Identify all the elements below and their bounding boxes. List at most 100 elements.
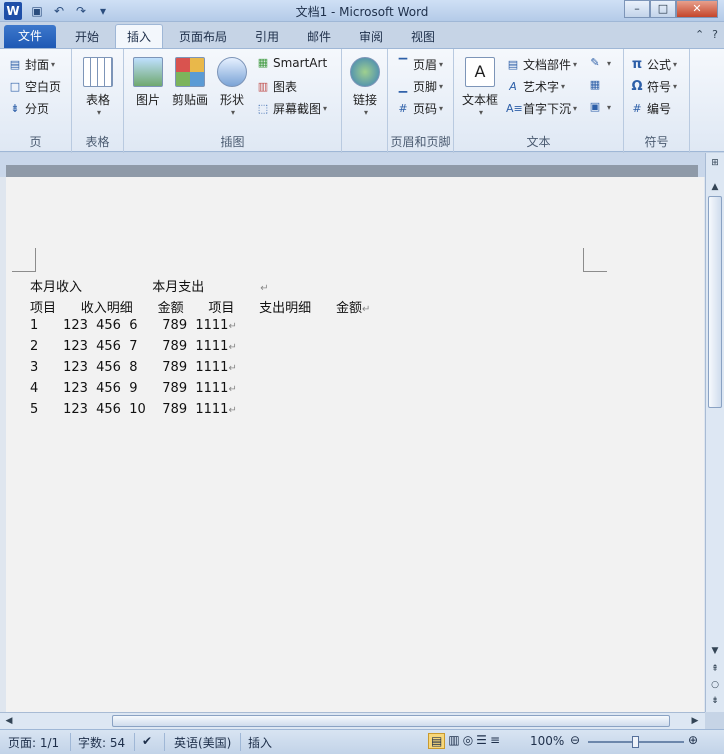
view-buttons: ▤ ▥ ◎ ☰ ≡ (428, 733, 500, 749)
page-number-button[interactable]: # 页码 ▾ (396, 100, 443, 117)
object-button[interactable]: ▣ ▾ (588, 100, 611, 114)
status-zoom-level[interactable]: 100% (530, 734, 564, 748)
margin-corner-top-left (12, 248, 36, 272)
document-line[interactable]: 本月收入 本月支出 ↵ (30, 276, 269, 295)
header-button[interactable]: ▔ 页眉 ▾ (396, 56, 443, 73)
page-number-icon: # (398, 101, 408, 115)
chart-button[interactable]: ▥ 图表 (256, 78, 297, 95)
scroll-up-icon[interactable]: ▲ (707, 179, 723, 195)
picture-button[interactable]: 图片 (130, 57, 166, 108)
full-screen-reading-icon[interactable]: ▥ (448, 733, 459, 749)
shapes-button[interactable]: 形状 ▾ (214, 57, 250, 117)
tab-mailings[interactable]: 邮件 (298, 27, 340, 48)
print-layout-icon[interactable]: ▤ (428, 733, 446, 749)
blank-page-icon: □ (9, 79, 21, 93)
smartart-button[interactable]: ▦ SmartArt (256, 56, 327, 70)
chart-icon: ▥ (257, 79, 269, 93)
previous-page-icon[interactable]: ⇞ (707, 661, 723, 677)
status-insert-mode[interactable]: 插入 (248, 734, 272, 751)
horizontal-scrollbar[interactable]: ◀ ▶ (0, 712, 705, 729)
help-icon[interactable]: ? (712, 28, 718, 41)
status-language[interactable]: 英语(美国) (174, 734, 231, 751)
ruler-toggle-icon[interactable]: ⊞ (707, 155, 723, 171)
number-icon: # (632, 101, 642, 115)
group-text: A 文本框 ▾ ▤ 文档部件 ▾ A 艺术字 ▾ A≡ 首字下沉 ▾ ✎ ▾ ▦ ▣ ▾ 文本 (454, 49, 624, 153)
window-title: 文档1 - Microsoft Word (295, 5, 429, 19)
maximize-icon[interactable]: □ (650, 0, 676, 18)
draft-icon[interactable]: ≡ (490, 733, 500, 749)
horizontal-scroll-thumb[interactable] (112, 715, 670, 727)
zoom-slider[interactable] (588, 736, 684, 748)
date-time-button[interactable]: ▦ (588, 78, 605, 92)
page-break-button[interactable]: ⇟ 分页 (8, 100, 49, 117)
horizontal-ruler[interactable] (6, 165, 698, 177)
group-label-tables: 表格 (85, 135, 110, 149)
ribbon-tabs: 文件 开始 插入 页面布局 引用 邮件 审阅 视图 ⌃ ? (0, 22, 724, 49)
browse-object-icon[interactable]: ○ (707, 677, 723, 693)
group-pages: ▤ 封面 ▾ □ 空白页 ⇟ 分页 页 (0, 49, 72, 153)
dropcap-button[interactable]: A≡ 首字下沉 ▾ (506, 100, 577, 117)
symbol-button[interactable]: Ω 符号 ▾ (630, 78, 677, 95)
document-line[interactable]: 项目 收入明细 金额 项目 支出明细 金额↵ (30, 297, 370, 316)
scroll-right-icon[interactable]: ▶ (688, 713, 702, 729)
tab-file[interactable]: 文件 (4, 25, 56, 48)
document-line[interactable]: 5 123 456 10 789 1111↵ (30, 402, 237, 417)
scroll-left-icon[interactable]: ◀ (2, 713, 16, 729)
zoom-out-icon[interactable]: ⊖ (570, 733, 580, 747)
help-area: ⌃ ? (695, 28, 718, 41)
tab-view[interactable]: 视图 (402, 27, 444, 48)
proofing-icon[interactable]: ✔ (142, 734, 152, 748)
vertical-scrollbar[interactable]: ⊞ ▲ ▼ ⇞ ○ ⇟ (705, 153, 724, 712)
table-icon (83, 57, 113, 87)
group-label-pages: 页 (29, 135, 42, 149)
tab-review[interactable]: 审阅 (350, 27, 392, 48)
footer-button[interactable]: ▁ 页脚 ▾ (396, 78, 443, 95)
cover-page-button[interactable]: ▤ 封面 ▾ (8, 56, 55, 73)
zoom-in-icon[interactable]: ⊕ (688, 733, 698, 747)
smartart-icon: ▦ (257, 56, 269, 69)
tab-home[interactable]: 开始 (66, 27, 108, 48)
document-line[interactable]: 3 123 456 8 789 1111↵ (30, 360, 237, 375)
outline-icon[interactable]: ☰ (476, 733, 487, 749)
signature-line-icon: ✎ (590, 56, 600, 69)
status-word-count[interactable]: 字数: 54 (78, 734, 125, 751)
margin-corner-top-right (583, 248, 607, 272)
ribbon: ▤封面▾ □空白页 ⇟分页 页 表格 ▾ 表格 图片 剪贴画 形状 ▾ (0, 48, 724, 153)
signature-line-button[interactable]: ✎ ▾ (588, 56, 611, 70)
web-layout-icon[interactable]: ◎ (463, 733, 473, 749)
close-icon[interactable]: ✕ (676, 0, 718, 18)
date-time-icon: ▦ (589, 78, 601, 91)
omega-icon: Ω (631, 78, 643, 94)
group-header-footer: ▔ 页眉 ▾ ▁ 页脚 ▾ # 页码 ▾ 页眉和页脚 (388, 49, 454, 153)
document-page[interactable]: 本月收入 本月支出 ↵ 项目 收入明细 金额 项目 支出明细 金额↵ 1 123 … (6, 177, 704, 712)
tab-insert[interactable]: 插入 (115, 24, 163, 49)
wordart-button[interactable]: A 艺术字 ▾ (506, 78, 565, 95)
group-links: 链接 ▾ (342, 49, 388, 153)
minimize-ribbon-icon[interactable]: ⌃ (695, 28, 704, 41)
vertical-scroll-thumb[interactable] (708, 196, 722, 408)
textbox-button[interactable]: A 文本框 ▾ (460, 57, 500, 117)
scroll-down-icon[interactable]: ▼ (707, 643, 723, 659)
header-icon: ▔ (398, 57, 408, 71)
document-line[interactable]: 2 123 456 7 789 1111↵ (30, 339, 237, 354)
quick-parts-button[interactable]: ▤ 文档部件 ▾ (506, 56, 577, 73)
object-icon: ▣ (589, 100, 601, 113)
table-button[interactable]: 表格 ▾ (78, 57, 118, 117)
zoom-slider-knob[interactable] (632, 736, 639, 748)
next-page-icon[interactable]: ⇟ (707, 693, 723, 709)
clipart-button[interactable]: 剪贴画 (170, 57, 210, 108)
links-button[interactable]: 链接 ▾ (347, 57, 383, 117)
picture-icon (133, 57, 163, 87)
equation-button[interactable]: π 公式 ▾ (630, 56, 677, 73)
dropcap-icon: A≡ (506, 101, 523, 115)
document-line[interactable]: 1 123 456 6 789 1111↵ (30, 318, 237, 333)
status-page[interactable]: 页面: 1/1 (8, 734, 59, 751)
blank-page-button[interactable]: □ 空白页 (8, 78, 61, 95)
tab-references[interactable]: 引用 (246, 27, 288, 48)
minimize-icon[interactable]: – (624, 0, 650, 18)
tab-page-layout[interactable]: 页面布局 (173, 27, 233, 48)
number-button[interactable]: # 编号 (630, 100, 671, 117)
page-break-icon: ⇟ (10, 101, 20, 115)
screenshot-button[interactable]: ⬚ 屏幕截图 ▾ (256, 100, 327, 117)
document-line[interactable]: 4 123 456 9 789 1111↵ (30, 381, 237, 396)
